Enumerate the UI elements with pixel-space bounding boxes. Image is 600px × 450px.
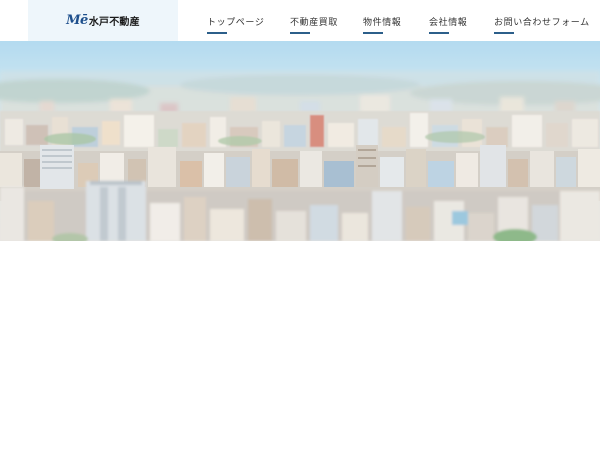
nav-item-purchase[interactable]: 不動産買取 — [290, 18, 339, 34]
nav-item-top[interactable]: トップページ — [207, 18, 265, 34]
nav-item-contact[interactable]: お問い合わせフォーム — [494, 18, 590, 34]
nav-item-label: 会社情報 — [429, 18, 468, 28]
page: Mē 水戸不動産 トップページ 不動産買取 物件情報 会社情報 お問い合わせフォ… — [0, 0, 600, 450]
nav-underline — [363, 32, 383, 34]
nav-underline — [207, 32, 227, 34]
nav-underline — [290, 32, 310, 34]
nav-item-company[interactable]: 会社情報 — [429, 18, 468, 34]
cityscape-illustration — [0, 41, 600, 241]
nav-underline — [494, 32, 514, 34]
nav-item-label: 不動産買取 — [290, 18, 339, 28]
hero-cityscape-image — [0, 41, 600, 241]
nav-item-label: 物件情報 — [363, 18, 402, 28]
main-nav: トップページ 不動産買取 物件情報 会社情報 お問い合わせフォーム — [0, 0, 600, 41]
nav-item-label: トップページ — [207, 18, 265, 28]
nav-item-properties[interactable]: 物件情報 — [363, 18, 402, 34]
nav-item-label: お問い合わせフォーム — [494, 18, 590, 28]
nav-underline — [429, 32, 449, 34]
site-header: Mē 水戸不動産 トップページ 不動産買取 物件情報 会社情報 お問い合わせフォ… — [0, 0, 600, 41]
